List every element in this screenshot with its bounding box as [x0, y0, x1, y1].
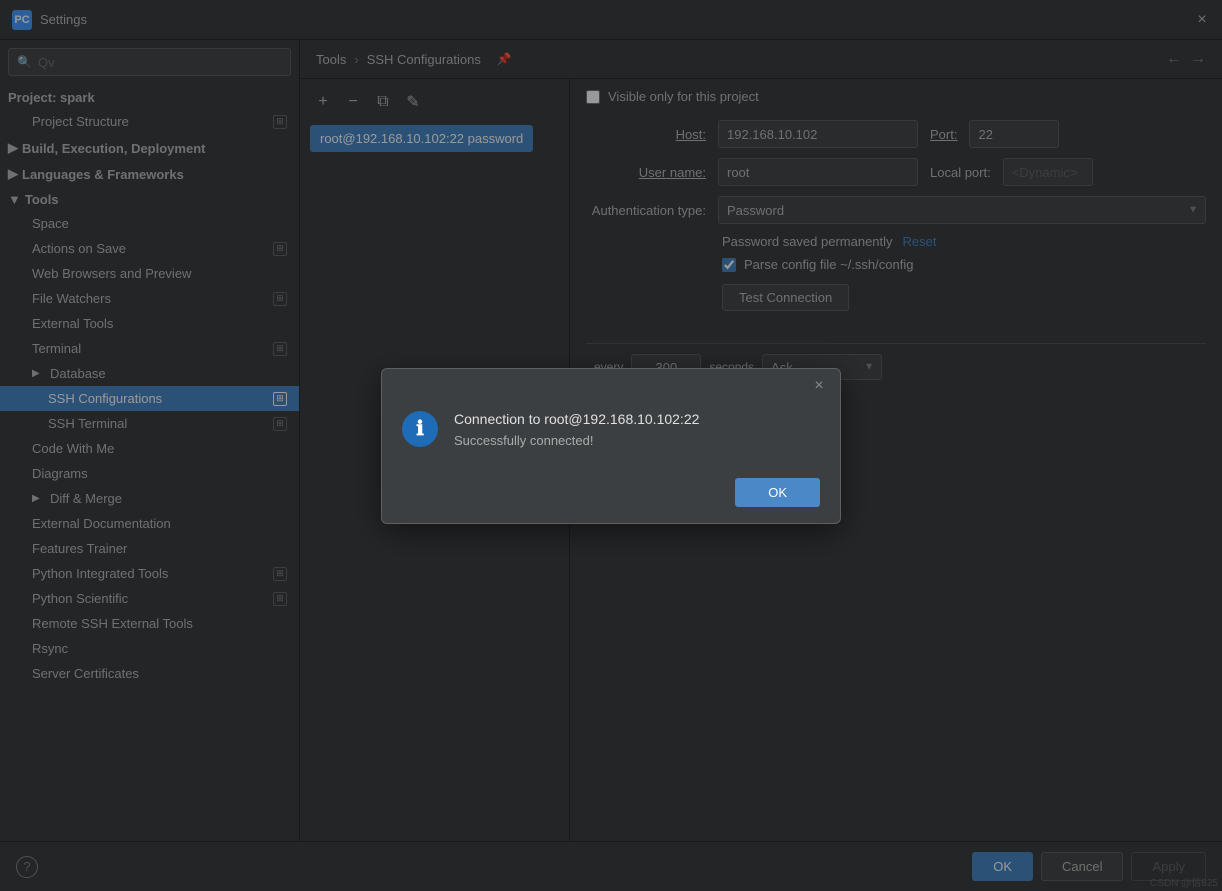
dialog-footer: OK: [382, 468, 840, 523]
dialog-title-text: Connection to root@192.168.10.102:22: [454, 411, 820, 427]
dialog-close-button[interactable]: ×: [810, 377, 828, 395]
dialog-info-icon: ℹ: [402, 411, 438, 447]
dialog-ok-button[interactable]: OK: [735, 478, 820, 507]
dialog-text-area: Connection to root@192.168.10.102:22 Suc…: [454, 411, 820, 448]
dialog-overlay: × ℹ Connection to root@192.168.10.102:22…: [0, 0, 1222, 891]
dialog-message: Successfully connected!: [454, 433, 820, 448]
dialog-body: ℹ Connection to root@192.168.10.102:22 S…: [382, 399, 840, 468]
dialog-box: × ℹ Connection to root@192.168.10.102:22…: [381, 368, 841, 524]
dialog-title-bar: ×: [382, 369, 840, 399]
